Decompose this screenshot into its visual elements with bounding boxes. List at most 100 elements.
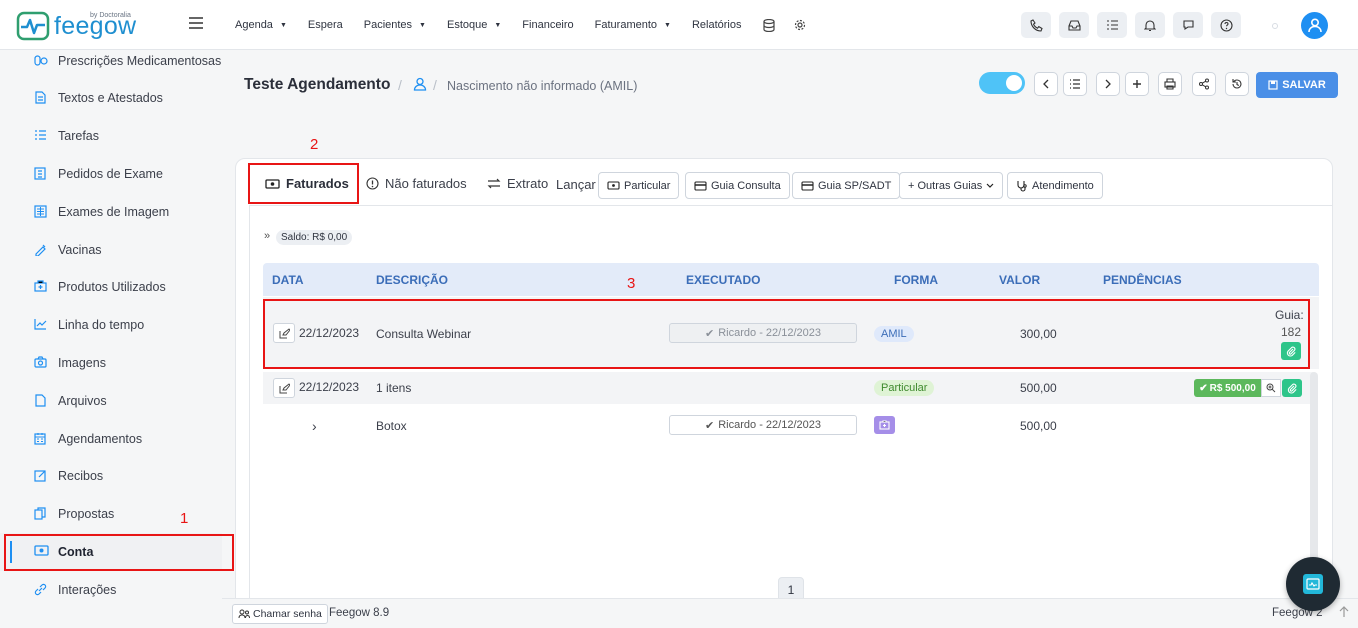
floppy-icon xyxy=(1268,80,1278,90)
col-header-descricao: DESCRIÇÃO xyxy=(376,273,449,287)
sidebar-item-recibos[interactable]: Recibos xyxy=(0,457,222,495)
status-toggle[interactable] xyxy=(979,72,1025,94)
nav-agenda[interactable]: Agenda ▼ xyxy=(235,19,287,31)
highlight-box-3 xyxy=(263,299,1310,369)
plus-icon[interactable] xyxy=(1125,72,1149,96)
share-icon[interactable] xyxy=(1192,72,1216,96)
row-description: 1 itens xyxy=(376,381,412,395)
list-icon[interactable] xyxy=(1063,72,1087,96)
sidebar-item-linha-tempo[interactable]: Linha do tempo xyxy=(0,306,222,344)
footer xyxy=(222,598,1358,628)
atendimento-button[interactable]: Atendimento xyxy=(1007,172,1103,199)
inbox-icon[interactable] xyxy=(1059,12,1089,38)
sidebar-item-prescricoes[interactable]: Prescrições Medicamentosas xyxy=(0,42,222,80)
sidebar-item-tarefas[interactable]: Tarefas xyxy=(0,117,222,155)
chamar-senha-button[interactable]: Chamar senha xyxy=(232,604,328,624)
guia-consulta-button[interactable]: Guia Consulta xyxy=(685,172,790,199)
sidebar-item-propostas[interactable]: Propostas xyxy=(0,495,222,533)
status-dot xyxy=(1272,23,1278,29)
paperclip-icon[interactable] xyxy=(1282,379,1302,397)
zoom-icon[interactable] xyxy=(1261,379,1281,397)
chevron-down-icon xyxy=(986,183,994,189)
bell-icon[interactable] xyxy=(1135,12,1165,38)
chat-icon[interactable] xyxy=(1173,12,1203,38)
xray-icon xyxy=(34,205,47,218)
card-icon xyxy=(694,180,707,191)
database-icon[interactable] xyxy=(762,18,775,32)
highlight-box-1 xyxy=(4,534,234,571)
gear-icon[interactable] xyxy=(794,19,806,31)
sidebar-item-interacoes[interactable]: Interações xyxy=(0,571,222,609)
paid-badge[interactable]: ✔ R$ 500,00 xyxy=(1194,379,1261,397)
table-row xyxy=(263,372,1313,404)
nav-financeiro[interactable]: Financeiro xyxy=(522,19,573,31)
nav-faturamento[interactable]: Faturamento ▼ xyxy=(595,19,671,31)
menu-icon[interactable] xyxy=(188,16,204,30)
help-icon[interactable] xyxy=(1211,12,1241,38)
alert-circle-icon xyxy=(366,177,379,190)
version-label: Feegow 8.9 xyxy=(329,607,390,619)
checklist-icon[interactable] xyxy=(1097,12,1127,38)
save-button[interactable]: SALVAR xyxy=(1256,72,1338,98)
caret-down-icon: ▼ xyxy=(419,21,426,29)
sidebar-item-agendamentos[interactable]: Agendamentos xyxy=(0,420,222,458)
logo-by: by Doctoralia xyxy=(90,12,131,19)
feegow-logo[interactable]: feegow by Doctoralia xyxy=(16,9,146,43)
sidebar-item-produtos[interactable]: Produtos Utilizados xyxy=(0,268,222,306)
history-icon[interactable] xyxy=(1225,72,1249,96)
syringe-icon xyxy=(34,243,47,256)
annotation-number-2: 2 xyxy=(310,136,319,153)
row-valor: 500,00 xyxy=(1020,419,1057,433)
col-header-forma: FORMA xyxy=(894,273,938,287)
camera-icon xyxy=(34,356,47,368)
caret-down-icon: ▼ xyxy=(494,21,502,29)
check-icon: ✔ xyxy=(1199,382,1208,394)
sidebar-item-textos[interactable]: Textos e Atestados xyxy=(0,79,222,117)
page-title: Teste Agendamento xyxy=(244,76,391,93)
pulse-monitor-icon xyxy=(1303,574,1323,594)
forma-badge: Particular xyxy=(874,380,935,396)
tab-extrato[interactable]: Extrato xyxy=(487,176,548,191)
saldo-badge: Saldo: R$ 0,00 xyxy=(276,230,353,245)
breadcrumb-separator: / xyxy=(433,77,437,93)
sidebar-item-pedidos-exame[interactable]: Pedidos de Exame xyxy=(0,155,222,193)
tab-divider xyxy=(249,205,1333,206)
calendar-icon xyxy=(34,432,46,445)
executed-field[interactable]: ✔ Ricardo - 22/12/2023 xyxy=(669,415,857,435)
sidebar-item-arquivos[interactable]: Arquivos xyxy=(0,382,222,420)
phone-icon[interactable] xyxy=(1021,12,1051,38)
arrow-up-icon[interactable] xyxy=(1339,606,1349,618)
nav-espera[interactable]: Espera xyxy=(308,19,343,31)
print-icon[interactable] xyxy=(1158,72,1182,96)
check-icon: ✔ xyxy=(705,419,715,432)
receipt-icon xyxy=(34,469,47,482)
pulse-logo-icon xyxy=(16,11,50,41)
tab-nao-faturados[interactable]: Não faturados xyxy=(366,176,467,191)
assistant-fab[interactable] xyxy=(1286,557,1340,611)
tasks-icon xyxy=(34,129,47,141)
nav-pacientes[interactable]: Pacientes ▼ xyxy=(364,19,426,31)
chevron-left-icon[interactable] xyxy=(1034,72,1058,96)
user-avatar-icon[interactable] xyxy=(1301,12,1328,39)
edit-icon[interactable] xyxy=(273,378,295,398)
user-icon[interactable] xyxy=(413,77,427,91)
particular-button[interactable]: Particular xyxy=(598,172,680,199)
expand-chevron-icon[interactable]: › xyxy=(312,418,317,434)
nav-estoque[interactable]: Estoque ▼ xyxy=(447,19,501,31)
copy-icon xyxy=(34,507,46,520)
annotation-number-1: 1 xyxy=(180,510,189,527)
sidebar-item-imagens[interactable]: Imagens xyxy=(0,344,222,382)
sidebar-item-exames-imagem[interactable]: Exames de Imagem xyxy=(0,193,222,231)
nav-relatorios[interactable]: Relatórios xyxy=(692,19,742,31)
sidebar-item-vacinas[interactable]: Vacinas xyxy=(0,231,222,269)
guia-sp-sadt-button[interactable]: Guia SP/SADT xyxy=(792,172,901,199)
table-scrollbar[interactable] xyxy=(1310,372,1318,582)
chevron-right-icon[interactable] xyxy=(1096,72,1120,96)
saldo-toggle-icon[interactable]: » xyxy=(264,230,270,242)
outras-guias-dropdown[interactable]: + Outras Guias xyxy=(899,172,1004,199)
highlight-box-2 xyxy=(248,163,359,204)
users-icon xyxy=(238,609,250,619)
col-header-data: DATA xyxy=(272,273,304,287)
box-icon xyxy=(34,280,47,292)
timeline-icon xyxy=(34,318,47,330)
